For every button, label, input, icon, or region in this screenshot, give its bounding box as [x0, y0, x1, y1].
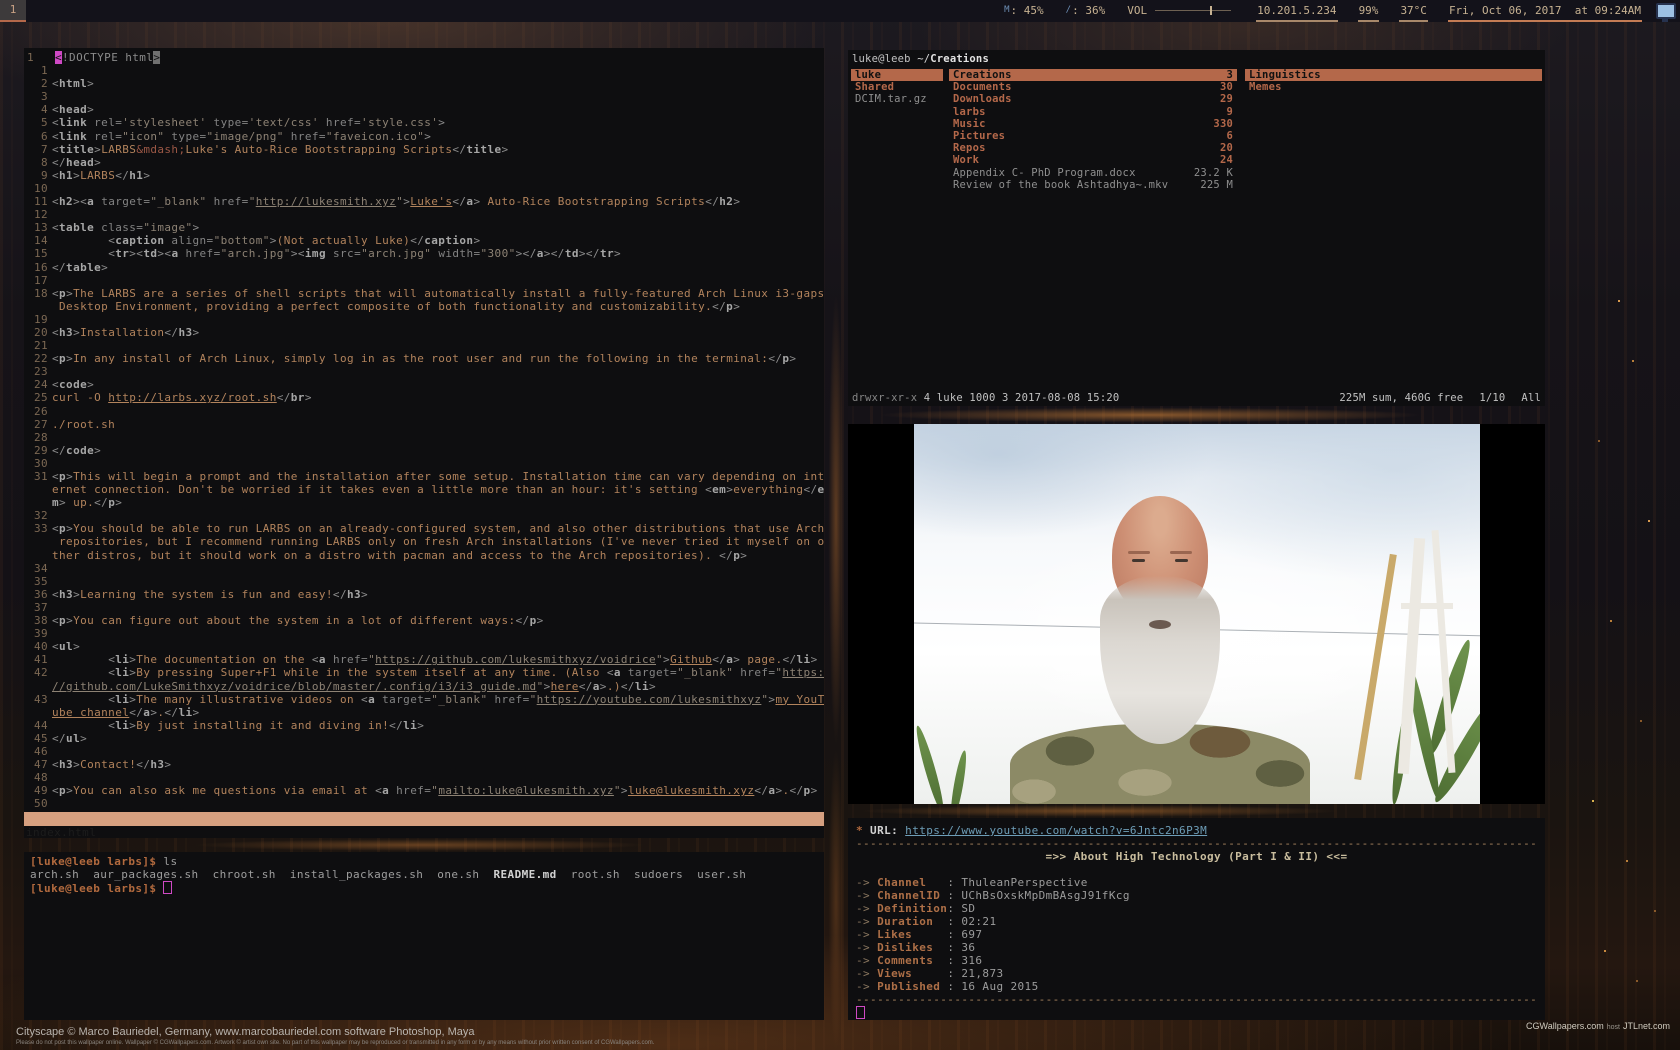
- ranger-statusbar: drwxr-xr-x 4 luke 1000 3 2017-08-08 15:2…: [852, 392, 1541, 404]
- video-info-line: -> Views : 21,873: [856, 967, 1537, 980]
- vim-statusbar: index.html 1,1 Top: [24, 812, 824, 826]
- video-frame[interactable]: [914, 424, 1480, 804]
- terminal-cursor-line: [856, 1006, 1537, 1019]
- wooden-pole: [1355, 554, 1398, 780]
- vim-editor-window[interactable]: 1<!DOCTYPE html>12<html>34<head>5<link r…: [24, 48, 824, 838]
- ladder-rung: [1401, 603, 1453, 609]
- file-entry[interactable]: Review of the book Ashtadhya~.mkv225 M: [949, 179, 1237, 191]
- eye: [1175, 559, 1188, 562]
- vim-filename: index.html: [26, 826, 96, 838]
- directory-entry[interactable]: Memes: [1245, 81, 1542, 93]
- temperature-readout: 37°C: [1399, 0, 1428, 22]
- terminal-line: arch.sh aur_packages.sh chroot.sh instal…: [30, 868, 818, 881]
- video-info-line: -> Comments : 316: [856, 954, 1537, 967]
- wallpaper-credits: Cityscape © Marco Bauriedel, Germany, ww…: [16, 1026, 654, 1046]
- disk-icon: /: [1066, 5, 1071, 15]
- file-entry[interactable]: Appendix C- PhD Program.docx23.2 K: [949, 167, 1237, 179]
- directory-entry[interactable]: luke: [851, 69, 943, 81]
- memory-readout: M: 45%: [1003, 0, 1045, 22]
- file-entry[interactable]: DCIM.tar.gz: [851, 93, 943, 105]
- volume-slider[interactable]: [1155, 10, 1231, 11]
- memory-icon: M: [1004, 5, 1009, 15]
- terminal-line: ----------------------------------------…: [856, 993, 1537, 1006]
- terminal-line: [856, 863, 1537, 876]
- video-info-line: -> Likes : 697: [856, 928, 1537, 941]
- eye: [1132, 559, 1145, 562]
- terminal-line: [luke@leeb larbs]$ ls: [30, 855, 818, 868]
- status-readouts: M: 45% /: 36% VOL 10.201.5.234 99% 37°C …: [983, 0, 1680, 22]
- ranger-parent-column: lukeSharedDCIM.tar.gz: [851, 69, 943, 390]
- video-info-line: -> Channel : ThuleanPerspective: [856, 876, 1537, 889]
- beard: [1100, 576, 1220, 744]
- eyebrow: [1170, 551, 1192, 554]
- workspace-indicator[interactable]: 1: [0, 0, 26, 22]
- file-info: 4 luke 1000 3 2017-08-08 15:20: [917, 392, 1119, 404]
- video-info-line: -> Duration : 02:21: [856, 915, 1537, 928]
- video-info-line: -> Published : 16 Aug 2015: [856, 980, 1537, 993]
- top-status-bar: 1 M: 45% /: 36% VOL 10.201.5.234 99% 37°…: [0, 0, 1680, 22]
- plant-leaf: [948, 750, 969, 804]
- ranger-main-column: Creations3Documents30Downloads29larbs9Mu…: [949, 69, 1237, 390]
- directory-entry[interactable]: Repos20: [949, 142, 1237, 154]
- ranger-window[interactable]: luke@leeb ~/Creations lukeSharedDCIM.tar…: [848, 50, 1545, 406]
- terminal-line: ----------------------------------------…: [856, 837, 1537, 850]
- video-info-terminal-window[interactable]: * URL: https://www.youtube.com/watch?v=6…: [848, 818, 1545, 1020]
- ranger-path-title: luke@leeb ~/Creations: [848, 50, 1545, 67]
- directory-entry[interactable]: Documents30: [949, 81, 1237, 93]
- systray-monitor-icon[interactable]: [1656, 3, 1676, 19]
- eyebrow: [1128, 551, 1150, 554]
- video-info-line: -> Definition: SD: [856, 902, 1537, 915]
- filter-mode: All: [1521, 392, 1541, 404]
- battery-readout: 99%: [1358, 0, 1380, 22]
- video-url-line[interactable]: * URL: https://www.youtube.com/watch?v=6…: [856, 824, 1537, 837]
- plant-leaf: [914, 724, 948, 804]
- ranger-columns: lukeSharedDCIM.tar.gz Creations3Document…: [851, 69, 1542, 390]
- disk-readout: /: 36%: [1065, 0, 1107, 22]
- mpv-video-window[interactable]: [848, 424, 1545, 804]
- ip-address: 10.201.5.234: [1256, 0, 1337, 22]
- disk-usage: 225M sum, 460G free: [1339, 392, 1463, 404]
- datetime-readout: Fri, Oct 06, 2017 at 09:24AM: [1448, 0, 1642, 22]
- ranger-preview-column: LinguisticsMemes: [1245, 69, 1542, 390]
- directory-entry[interactable]: Creations3: [949, 69, 1237, 81]
- directory-entry[interactable]: Pictures6: [949, 130, 1237, 142]
- directory-entry[interactable]: Downloads29: [949, 93, 1237, 105]
- directory-entry[interactable]: Music330: [949, 118, 1237, 130]
- video-info-line: -> ChannelID : UChBsOxskMpDmBAsgJ91fKcg: [856, 889, 1537, 902]
- directory-entry[interactable]: larbs9: [949, 106, 1237, 118]
- video-info-line: -> Dislikes : 36: [856, 941, 1537, 954]
- terminal-line: [luke@leeb larbs]$: [30, 881, 818, 894]
- directory-entry[interactable]: Shared: [851, 81, 943, 93]
- shell-terminal-window[interactable]: [luke@leeb larbs]$ lsarch.sh aur_package…: [24, 852, 824, 1020]
- wallpaper-host-credit: CGWallpapers.comhostJTLnet.com: [1526, 1021, 1670, 1031]
- mouth: [1149, 620, 1171, 629]
- directory-entry[interactable]: Work24: [949, 154, 1237, 166]
- directory-entry[interactable]: Linguistics: [1245, 69, 1542, 81]
- city-lights: [1618, 300, 1620, 302]
- video-title-line: =>> About High Technology (Part I & II) …: [856, 850, 1537, 863]
- file-permissions: drwxr-xr-x: [852, 392, 917, 404]
- editor-buffer[interactable]: 1<!DOCTYPE html>12<html>34<head>5<link r…: [24, 48, 824, 810]
- volume-readout: VOL: [1126, 0, 1236, 22]
- selection-index: 1/10: [1479, 392, 1505, 404]
- plant-leaf: [1429, 694, 1480, 804]
- volume-slider-knob[interactable]: [1210, 6, 1212, 15]
